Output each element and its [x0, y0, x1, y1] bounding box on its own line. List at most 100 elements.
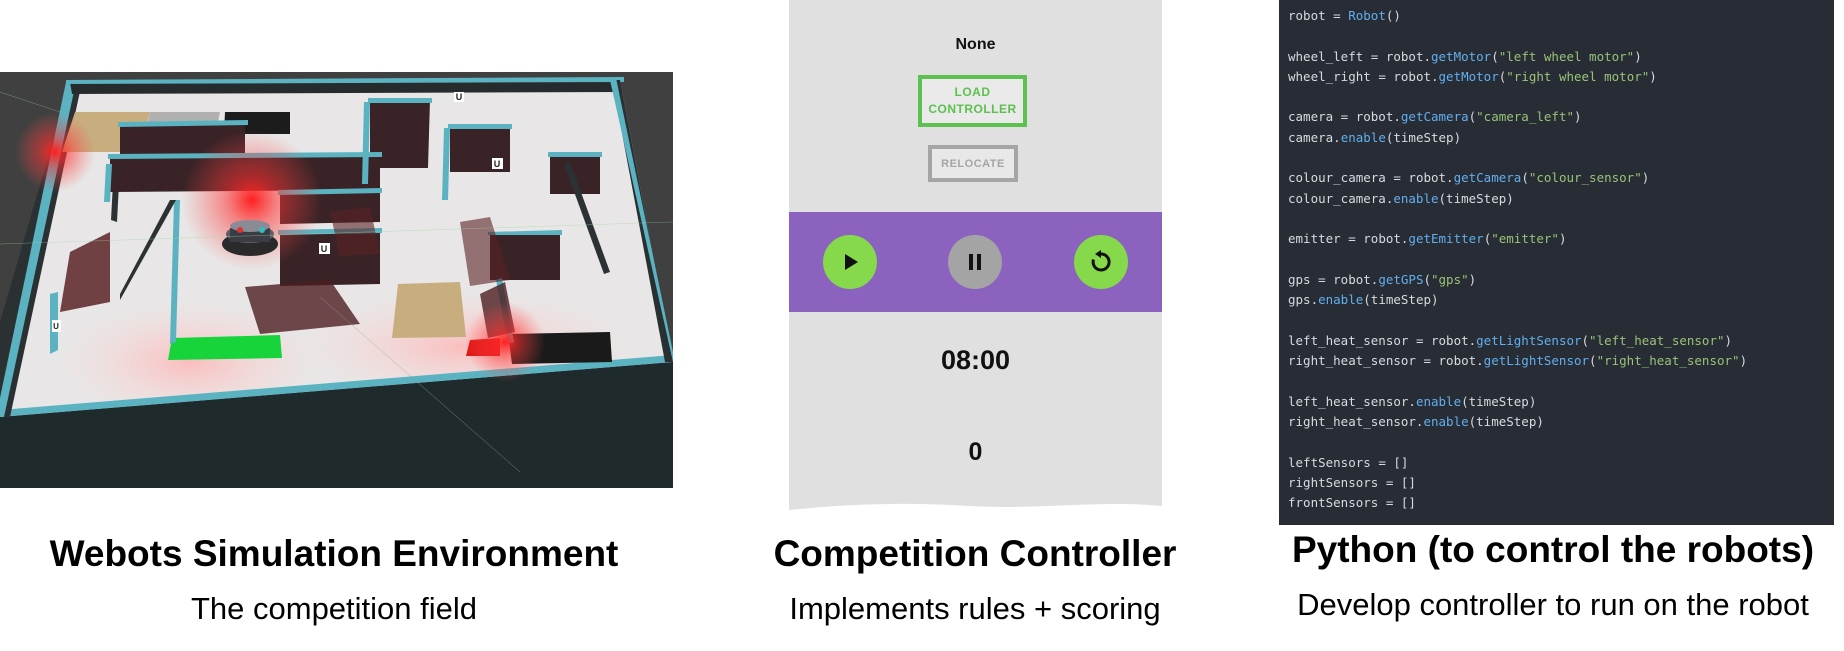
code-token: right_heat_sensor — [1288, 353, 1416, 369]
code-token: enable — [1318, 292, 1364, 308]
code-token: emitter — [1288, 231, 1341, 247]
code-line: wheel_left = robot.getMotor("left wheel … — [1288, 47, 1747, 67]
reset-button[interactable] — [1074, 235, 1128, 289]
code-token: right_heat_sensor. — [1288, 413, 1424, 429]
code-token: camera. — [1288, 129, 1341, 145]
code-token: "gps" — [1431, 271, 1469, 287]
svg-text:U: U — [53, 322, 59, 331]
python-caption: Python (to control the robots) Develop c… — [1262, 528, 1844, 624]
code-token: = — [1385, 170, 1409, 186]
code-token: ( — [1581, 332, 1590, 348]
code-line: emitter = robot.getEmitter("emitter") — [1288, 229, 1747, 249]
swamp-tile — [392, 282, 466, 338]
code-token: enable — [1393, 190, 1439, 206]
code-token: ( — [1521, 170, 1529, 186]
code-token: getLightSensor — [1476, 332, 1582, 348]
svg-text:U: U — [494, 159, 501, 169]
code-token: "camera_left" — [1476, 109, 1574, 125]
code-line: rightSensors = [] — [1288, 473, 1747, 493]
code-token: = — [1340, 231, 1364, 247]
code-token: enable — [1340, 129, 1386, 145]
code-token: Robot — [1348, 8, 1386, 23]
code-token: = — [1408, 332, 1431, 348]
code-token: wheel_right — [1288, 68, 1371, 84]
code-token: [] — [1400, 495, 1416, 511]
code-token: enable — [1423, 413, 1469, 429]
code-token: getMotor — [1438, 68, 1499, 84]
python-caption-subtitle: Develop controller to run on the robot — [1297, 587, 1809, 622]
code-token: rightSensors — [1288, 474, 1379, 490]
code-token: robot. — [1363, 231, 1409, 247]
code-token: (timeStep) — [1461, 393, 1537, 409]
code-token: ) — [1739, 353, 1748, 369]
controller-caption-title: Competition Controller — [773, 533, 1177, 574]
code-token: = — [1370, 68, 1394, 84]
code-line: left_heat_sensor.enable(timeStep) — [1288, 392, 1747, 412]
code-token: getMotor — [1431, 48, 1492, 64]
controller-caption: Competition Controller Implements rules … — [740, 532, 1210, 628]
code-token: ) — [1468, 271, 1477, 287]
code-token: "left_heat_sensor" — [1589, 332, 1725, 348]
code-token: [] — [1400, 474, 1416, 490]
code-line: frontSensors = [] — [1288, 493, 1747, 513]
simulation-caption-title: Webots Simulation Environment — [49, 533, 619, 574]
code-token: leftSensors — [1288, 454, 1371, 470]
code-token: robot. — [1431, 332, 1477, 348]
code-line: colour_camera.enable(timeStep) — [1288, 189, 1747, 209]
code-token: () — [1385, 8, 1401, 23]
code-token: = — [1415, 353, 1439, 369]
code-line: leftSensors = [] — [1288, 453, 1747, 473]
code-line: robot = Robot() — [1288, 6, 1747, 26]
code-token: robot. — [1393, 68, 1439, 84]
pause-icon — [969, 254, 981, 270]
code-token: getCamera — [1400, 109, 1469, 125]
simulation-caption: Webots Simulation Environment The compet… — [0, 532, 668, 628]
code-token: (timeStep) — [1438, 190, 1514, 206]
panel-bottom-edge — [789, 503, 1162, 518]
svg-text:U: U — [456, 92, 463, 102]
code-token: frontSensors — [1288, 495, 1379, 511]
code-line: gps = robot.getGPS("gps") — [1288, 270, 1747, 290]
code-token: robot — [1288, 8, 1326, 23]
robot-model[interactable] — [222, 220, 278, 256]
python-caption-title: Python (to control the robots) — [1291, 529, 1815, 570]
simulation-viewport[interactable]: U U U U — [0, 72, 673, 488]
code-token: left_heat_sensor. — [1288, 393, 1416, 409]
code-token: = — [1310, 271, 1334, 287]
play-button[interactable] — [823, 235, 877, 289]
code-token: = — [1378, 474, 1401, 490]
code-token: = — [1378, 495, 1401, 511]
code-line: right_heat_sensor.enable(timeStep) — [1288, 412, 1747, 432]
code-token: gps. — [1288, 292, 1319, 308]
python-code-editor[interactable]: robot = Robot() wheel_left = robot.getMot… — [1279, 0, 1834, 525]
relocate-button[interactable]: RELOCATE — [928, 145, 1018, 182]
code-token: "emitter" — [1491, 231, 1559, 247]
controller-caption-subtitle: Implements rules + scoring — [789, 591, 1161, 626]
pause-button[interactable] — [948, 235, 1002, 289]
code-line: camera = robot.getCamera("camera_left") — [1288, 107, 1747, 127]
code-token: [] — [1393, 454, 1409, 470]
code-token: left_heat_sensor — [1288, 332, 1409, 348]
code-token: ) — [1558, 231, 1567, 247]
start-tile — [168, 335, 282, 360]
code-token: ) — [1641, 170, 1650, 186]
code-token: = — [1325, 8, 1349, 23]
code-line: gps.enable(timeStep) — [1288, 290, 1747, 310]
code-line: wheel_right = robot.getMotor("right whee… — [1288, 67, 1747, 87]
load-controller-button[interactable]: LOAD CONTROLLER — [918, 75, 1027, 127]
code-line: right_heat_sensor = robot.getLightSensor… — [1288, 351, 1747, 371]
competition-controller-panel: None LOAD CONTROLLER RELOCATE 08:00 0 — [789, 0, 1162, 518]
code-token: = — [1333, 109, 1356, 125]
code-token: "left wheel motor" — [1498, 48, 1635, 64]
code-token: "right wheel motor" — [1506, 68, 1650, 84]
code-token: getEmitter — [1408, 231, 1484, 247]
play-icon — [845, 254, 858, 270]
code-token: = — [1363, 48, 1386, 64]
code-token: (timeStep) — [1363, 292, 1439, 308]
code-token: ) — [1634, 48, 1642, 64]
